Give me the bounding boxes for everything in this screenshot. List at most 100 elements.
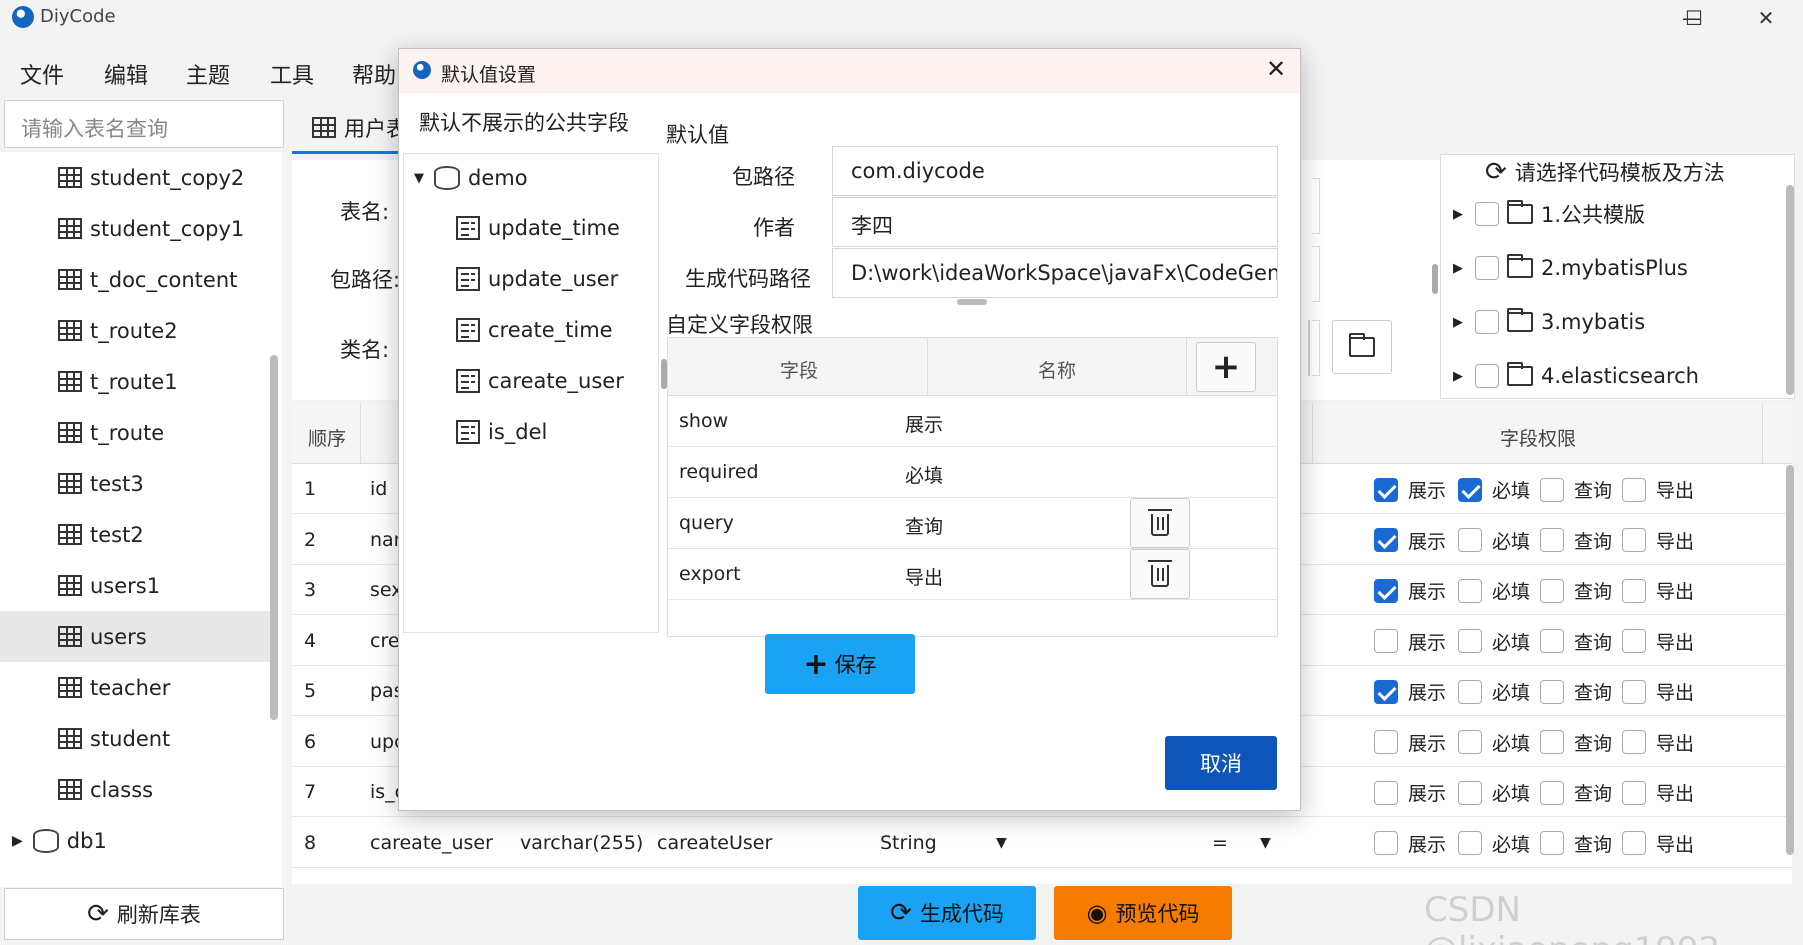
permission-toggle[interactable]: 展示 bbox=[1374, 628, 1446, 655]
permission-checkbox[interactable] bbox=[1374, 679, 1398, 704]
table-row[interactable]: 8 careate_user varchar(255) careateUser Stri… bbox=[292, 818, 1792, 868]
permission-toggle[interactable]: 展示 bbox=[1374, 830, 1446, 857]
template-checkbox[interactable] bbox=[1475, 364, 1499, 388]
refresh-tables-button[interactable]: ⟳ 刷新库表 bbox=[4, 888, 284, 940]
tree-item-table[interactable]: student bbox=[0, 713, 270, 764]
template-scrollbar[interactable] bbox=[1786, 185, 1794, 395]
dropdown-arrow-icon[interactable]: ▼ bbox=[996, 835, 1007, 851]
permission-checkbox[interactable] bbox=[1622, 578, 1646, 603]
tree-item-table[interactable]: t_route1 bbox=[0, 356, 270, 407]
permission-checkbox[interactable] bbox=[1622, 679, 1646, 704]
permission-checkbox[interactable] bbox=[1622, 528, 1646, 552]
custom-row[interactable]: export 导出 bbox=[668, 549, 1277, 600]
permission-checkbox[interactable] bbox=[1374, 477, 1398, 502]
permission-toggle[interactable]: 必填 bbox=[1458, 678, 1530, 705]
menu-file[interactable]: 文件 bbox=[20, 58, 64, 90]
permission-checkbox[interactable] bbox=[1374, 578, 1398, 603]
permission-toggle[interactable]: 必填 bbox=[1458, 779, 1530, 806]
preview-code-button[interactable]: ◉ 预览代码 bbox=[1054, 886, 1232, 940]
menu-help[interactable]: 帮助 bbox=[352, 58, 396, 90]
author-input[interactable]: 李四 bbox=[832, 197, 1278, 247]
tree-item-table[interactable]: classs bbox=[0, 764, 270, 815]
permission-checkbox[interactable] bbox=[1540, 780, 1564, 805]
permission-checkbox[interactable] bbox=[1458, 477, 1482, 502]
template-checkbox[interactable] bbox=[1475, 202, 1499, 226]
delete-row-button[interactable] bbox=[1130, 549, 1190, 599]
tree-item-table[interactable]: test2 bbox=[0, 509, 270, 560]
tree-item-table[interactable]: users1 bbox=[0, 560, 270, 611]
permission-checkbox[interactable] bbox=[1622, 629, 1646, 653]
permission-checkbox[interactable] bbox=[1374, 780, 1398, 805]
tree-item-table[interactable]: t_route2 bbox=[0, 305, 270, 356]
splitter-handle[interactable] bbox=[1432, 264, 1438, 294]
expand-arrow-icon[interactable]: ▶ bbox=[1453, 315, 1463, 330]
permission-toggle[interactable]: 展示 bbox=[1374, 577, 1446, 604]
permission-toggle[interactable]: 查询 bbox=[1540, 628, 1612, 655]
template-checkbox[interactable] bbox=[1475, 310, 1499, 334]
custom-row[interactable]: show 展示 bbox=[668, 396, 1277, 447]
permission-checkbox[interactable] bbox=[1622, 730, 1646, 754]
expand-arrow-icon[interactable]: ▶ bbox=[1453, 369, 1463, 384]
menu-edit[interactable]: 编辑 bbox=[104, 58, 148, 90]
permission-toggle[interactable]: 展示 bbox=[1374, 678, 1446, 705]
tree-scrollbar[interactable] bbox=[270, 355, 278, 720]
permission-checkbox[interactable] bbox=[1540, 730, 1564, 754]
permission-toggle[interactable]: 查询 bbox=[1540, 678, 1612, 705]
tree-item-table[interactable]: teacher bbox=[0, 662, 270, 713]
grid-scrollbar[interactable] bbox=[1786, 465, 1794, 855]
permission-toggle[interactable]: 查询 bbox=[1540, 729, 1612, 756]
permission-toggle[interactable]: 展示 bbox=[1374, 729, 1446, 756]
permission-toggle[interactable]: 必填 bbox=[1458, 476, 1530, 503]
expand-arrow-icon[interactable]: ▶ bbox=[1453, 261, 1463, 276]
save-button[interactable]: + 保存 bbox=[765, 634, 915, 694]
close-window-button[interactable]: ✕ bbox=[1746, 4, 1786, 32]
permission-checkbox[interactable] bbox=[1540, 578, 1564, 603]
permission-toggle[interactable]: 查询 bbox=[1540, 476, 1612, 503]
permission-checkbox[interactable] bbox=[1374, 831, 1398, 855]
refresh-icon[interactable]: ⟳ bbox=[1485, 157, 1507, 187]
template-item[interactable]: ▶ 4.elasticsearch bbox=[1441, 349, 1791, 403]
permission-checkbox[interactable] bbox=[1540, 477, 1564, 502]
tree-field-item[interactable]: is_del bbox=[456, 420, 547, 444]
permission-checkbox[interactable] bbox=[1458, 528, 1482, 552]
permission-checkbox[interactable] bbox=[1622, 780, 1646, 805]
delete-row-button[interactable] bbox=[1130, 498, 1190, 548]
permission-toggle[interactable]: 必填 bbox=[1458, 729, 1530, 756]
permission-toggle[interactable]: 必填 bbox=[1458, 628, 1530, 655]
tree-item-database[interactable]: ▶ db1 bbox=[0, 815, 270, 866]
cancel-button[interactable]: 取消 bbox=[1165, 736, 1277, 790]
permission-checkbox[interactable] bbox=[1374, 730, 1398, 754]
permission-checkbox[interactable] bbox=[1622, 477, 1646, 502]
permission-checkbox[interactable] bbox=[1458, 578, 1482, 603]
tree-item-table[interactable]: student_copy2 bbox=[0, 152, 270, 203]
add-field-button[interactable]: + bbox=[1196, 342, 1256, 392]
permission-toggle[interactable]: 导出 bbox=[1622, 729, 1694, 756]
permission-toggle[interactable]: 查询 bbox=[1540, 830, 1612, 857]
permission-checkbox[interactable] bbox=[1540, 629, 1564, 653]
output-path-input[interactable]: D:\work\ideaWorkSpace\javaFx\CodeGen bbox=[832, 248, 1278, 298]
permission-checkbox[interactable] bbox=[1458, 679, 1482, 704]
tree-item-table[interactable]: student_copy1 bbox=[0, 203, 270, 254]
tree-item-table[interactable]: t_route bbox=[0, 407, 270, 458]
tree-field-item[interactable]: careate_user bbox=[456, 369, 624, 393]
permission-toggle[interactable]: 导出 bbox=[1622, 527, 1694, 554]
tree-item-table[interactable]: test3 bbox=[0, 458, 270, 509]
dropdown-arrow-icon[interactable]: ▼ bbox=[1260, 835, 1271, 851]
permission-toggle[interactable]: 查询 bbox=[1540, 527, 1612, 554]
menu-tools[interactable]: 工具 bbox=[270, 58, 314, 90]
permission-toggle[interactable]: 导出 bbox=[1622, 830, 1694, 857]
permission-checkbox[interactable] bbox=[1458, 780, 1482, 805]
template-item[interactable]: ▶ 3.mybatis bbox=[1441, 295, 1791, 349]
template-item[interactable]: ▶ 2.mybatisPlus bbox=[1441, 241, 1791, 295]
custom-row[interactable]: required 必填 bbox=[668, 447, 1277, 498]
permission-toggle[interactable]: 导出 bbox=[1622, 779, 1694, 806]
tree-field-item[interactable]: update_time bbox=[456, 216, 620, 240]
tree-field-item[interactable]: create_time bbox=[456, 318, 613, 342]
permission-toggle[interactable]: 必填 bbox=[1458, 527, 1530, 554]
template-item[interactable]: ▶ 1.公共模版 bbox=[1441, 187, 1791, 241]
permission-checkbox[interactable] bbox=[1458, 831, 1482, 855]
permission-toggle[interactable]: 必填 bbox=[1458, 577, 1530, 604]
package-path-input[interactable]: com.diycode bbox=[832, 146, 1278, 196]
tree-item-table[interactable]: t_doc_content bbox=[0, 254, 270, 305]
permission-checkbox[interactable] bbox=[1458, 730, 1482, 754]
